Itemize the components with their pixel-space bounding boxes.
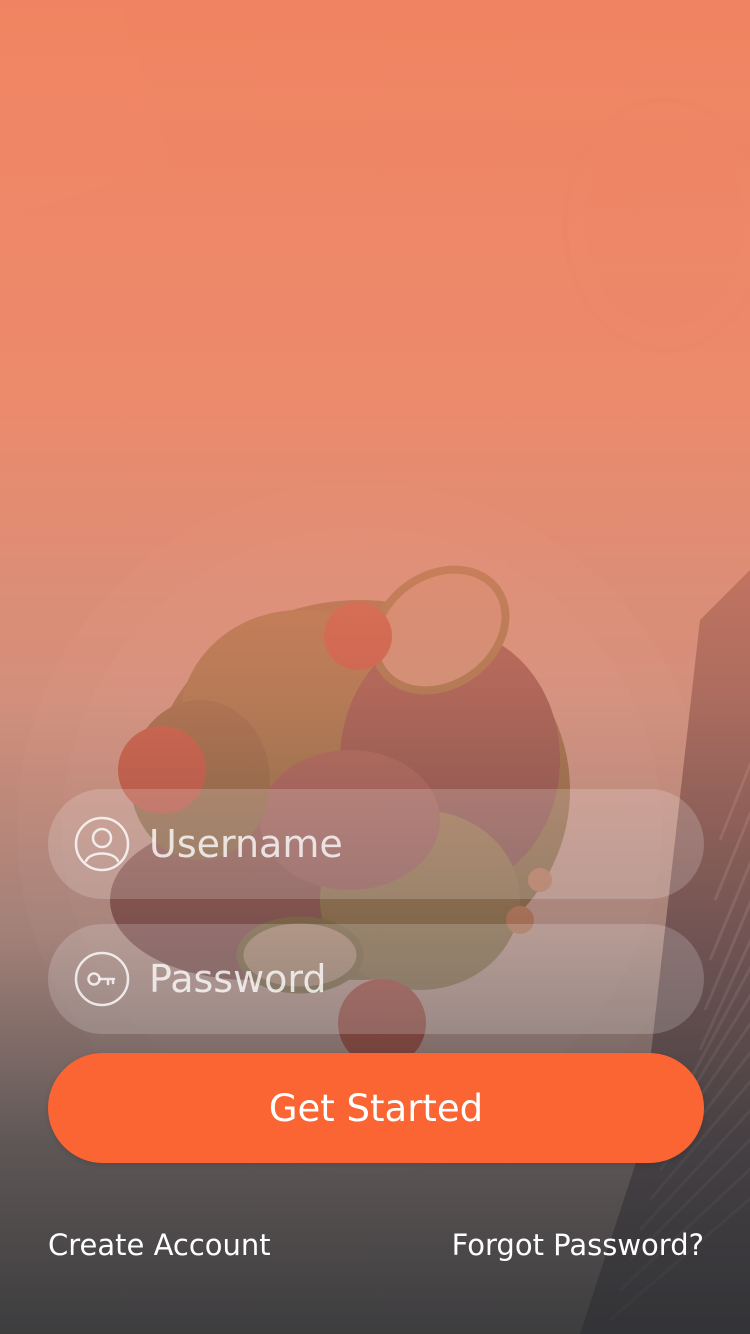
login-screen: Get Started Create Account Forgot Passwo… <box>0 0 750 1334</box>
password-field[interactable] <box>48 924 704 1034</box>
forgot-password-link[interactable]: Forgot Password? <box>452 1228 704 1262</box>
create-account-link[interactable]: Create Account <box>48 1228 271 1262</box>
key-icon <box>74 951 130 1007</box>
username-field[interactable] <box>48 789 704 899</box>
password-input[interactable] <box>149 944 704 1014</box>
get-started-button[interactable]: Get Started <box>48 1053 704 1163</box>
username-input[interactable] <box>149 809 704 879</box>
user-icon <box>74 816 130 872</box>
